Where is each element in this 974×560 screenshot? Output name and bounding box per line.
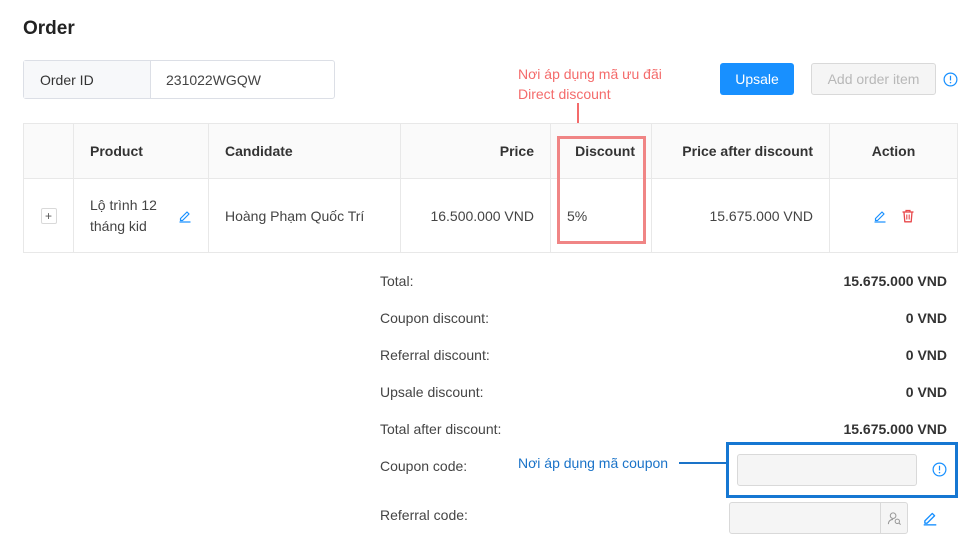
direct-discount-annotation-line1: Nơi áp dụng mã ưu đãi <box>518 66 662 82</box>
product-cell: Lộ trình 12 tháng kid <box>73 178 209 253</box>
order-id-label: Order ID <box>24 61 151 98</box>
total-value: 15.675.000 VND <box>843 273 947 289</box>
column-header-expand <box>23 123 74 179</box>
column-header-candidate: Candidate <box>208 123 401 179</box>
coupon-code-input[interactable] <box>737 454 917 486</box>
upsale-discount-label: Upsale discount: <box>380 384 484 400</box>
discount-highlight-box <box>557 136 646 244</box>
direct-discount-annotation: Nơi áp dụng mã ưu đãi Direct discount <box>518 64 662 104</box>
direct-discount-annotation-line2: Direct discount <box>518 86 611 102</box>
info-icon[interactable] <box>943 72 958 90</box>
price-after-discount-cell: 15.675.000 VND <box>651 178 830 253</box>
annotation-connector-blue <box>679 462 727 464</box>
total-after-discount-label: Total after discount: <box>380 421 502 437</box>
expand-cell: + <box>23 178 74 253</box>
referral-discount-label: Referral discount: <box>380 347 490 363</box>
column-header-product: Product <box>73 123 209 179</box>
order-id-value: 231022WGQW <box>166 71 261 88</box>
coupon-annotation: Nơi áp dụng mã coupon <box>518 455 669 471</box>
coupon-code-label: Coupon code: <box>380 458 468 474</box>
action-cell <box>829 178 958 253</box>
add-order-item-button[interactable]: Add order item <box>811 63 936 95</box>
user-search-icon[interactable] <box>880 503 907 533</box>
table-header-row: Product Candidate Price Discount Price a… <box>23 123 958 179</box>
delete-icon[interactable] <box>901 209 915 223</box>
coupon-discount-label: Coupon discount: <box>380 310 489 326</box>
column-header-price: Price <box>400 123 551 179</box>
total-label: Total: <box>380 273 414 289</box>
product-name: Lộ trình 12 tháng kid <box>90 196 157 234</box>
candidate-cell: Hoàng Phạm Quốc Trí <box>208 178 401 253</box>
page-title: Order <box>23 18 75 39</box>
table-row: + Lộ trình 12 tháng kid Hoàng Phạm Quốc … <box>23 178 958 253</box>
total-after-discount-value: 15.675.000 VND <box>843 421 947 437</box>
upsale-discount-value: 0 VND <box>905 384 947 400</box>
coupon-discount-value: 0 VND <box>905 310 947 326</box>
edit-icon[interactable] <box>178 209 192 223</box>
referral-code-label: Referral code: <box>380 507 468 523</box>
referral-discount-value: 0 VND <box>905 347 947 363</box>
order-id-field: Order ID 231022WGQW <box>23 60 335 99</box>
order-items-table: Product Candidate Price Discount Price a… <box>23 123 958 253</box>
info-icon[interactable] <box>932 462 947 480</box>
upsale-button[interactable]: Upsale <box>720 63 794 95</box>
column-header-action: Action <box>829 123 958 179</box>
price-cell: 16.500.000 VND <box>400 178 551 253</box>
column-header-price-after-discount: Price after discount <box>651 123 830 179</box>
expand-row-button[interactable]: + <box>40 208 57 224</box>
edit-icon[interactable] <box>922 510 938 529</box>
edit-icon[interactable] <box>873 209 887 223</box>
